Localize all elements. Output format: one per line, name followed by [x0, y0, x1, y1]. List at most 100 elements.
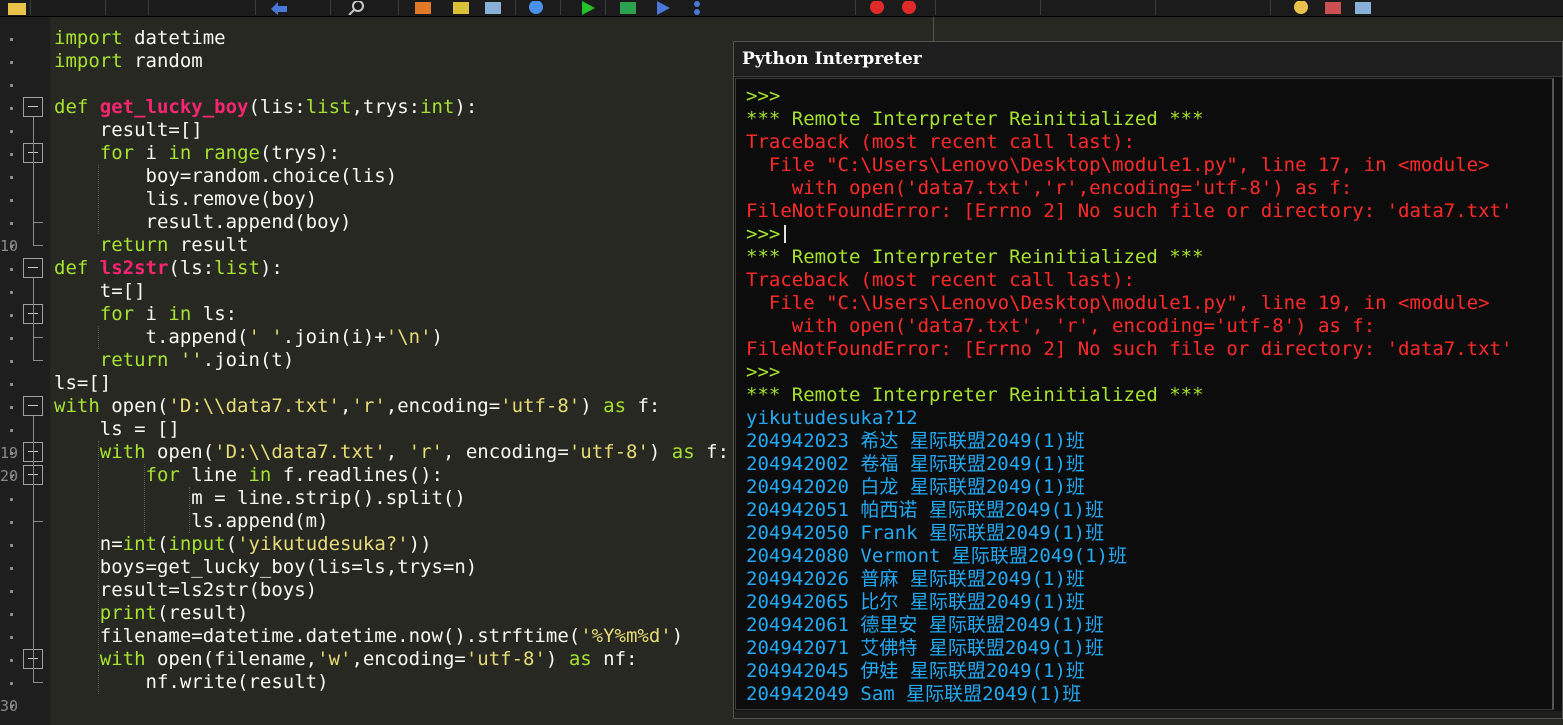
indent-guide [97, 165, 99, 234]
interpreter-line: 204942071 艾佛特 星际联盟2049(1)班 [746, 637, 1512, 660]
interpreter-line-text: FileNotFoundError: [Errno 2] No such fil… [746, 338, 1513, 360]
undo-icon[interactable] [268, 0, 290, 15]
comment-icon[interactable] [525, 0, 547, 14]
line-number: 19 [0, 444, 19, 462]
debug-icon[interactable] [617, 0, 639, 14]
editor-divider [933, 17, 934, 41]
breakpoint-icon[interactable] [866, 0, 888, 14]
interpreter-line-text: 204942065 比尔 星际联盟2049(1)班 [746, 591, 1085, 613]
code-line[interactable]: def get_lucky_boy(lis:list,trys:int): [54, 96, 729, 119]
toolbar-separator [30, 0, 31, 15]
code-line[interactable]: nf.write(result) [54, 671, 729, 694]
code-token: )) [408, 533, 432, 555]
interpreter-title: Python Interpreter [734, 42, 1562, 77]
interpreter-line: >>> [746, 223, 1512, 246]
find-icon[interactable] [348, 0, 370, 16]
layout-icon[interactable] [1322, 0, 1344, 14]
tool-icon-2[interactable] [450, 0, 472, 14]
code-token: int [420, 96, 455, 118]
interpreter-console[interactable]: >>> *** Remote Interpreter Reinitialized … [735, 78, 1554, 710]
code-text[interactable]: import datetime import random def get_luc… [54, 27, 729, 694]
tool-icon-3[interactable] [482, 0, 504, 14]
code-line[interactable]: import datetime [54, 27, 729, 50]
code-line[interactable]: with open(filename,'w',encoding='utf-8')… [54, 648, 729, 671]
code-line[interactable]: n=int(input('yikutudesuka?')) [54, 533, 729, 556]
interpreter-line-text: File "C:\Users\Lenovo\Desktop\module1.py… [746, 292, 1490, 314]
code-token: (result) [156, 602, 249, 624]
code-line[interactable]: t.append(' '.join(i)+'\n') [54, 326, 729, 349]
code-token: m = line.strip().split() [54, 487, 466, 509]
code-token: list [214, 257, 260, 279]
code-line[interactable]: for i in range(trys): [54, 142, 729, 165]
indent-guide [97, 441, 99, 671]
code-token: int [122, 533, 157, 555]
code-line[interactable]: lis.remove(boy) [54, 188, 729, 211]
line-marker [10, 406, 13, 409]
fold-line [33, 278, 34, 360]
run-icon[interactable] [577, 0, 599, 15]
fold-toggle-icon[interactable] [23, 396, 43, 416]
open-folder-icon[interactable] [6, 0, 28, 15]
toolbar-separator [515, 0, 516, 15]
interpreter-line-text: 204942026 普麻 星际联盟2049(1)班 [746, 568, 1085, 590]
code-line[interactable]: return ''.join(t) [54, 349, 729, 372]
indent-guide [189, 487, 191, 533]
save-layout-icon[interactable] [1352, 0, 1374, 14]
code-line[interactable]: with open('D:\\data7.txt', 'r', encoding… [54, 441, 729, 464]
code-token: def [54, 257, 100, 279]
step-icon[interactable] [652, 0, 674, 15]
code-line[interactable]: result=ls2str(boys) [54, 579, 729, 602]
code-token: result [168, 234, 249, 256]
code-line[interactable]: boys=get_lucky_boy(lis=ls,trys=n) [54, 556, 729, 579]
line-marker [10, 61, 13, 64]
interpreter-line: 204942080 Vermont 星际联盟2049(1)班 [746, 545, 1512, 568]
code-token: for [99, 142, 135, 164]
toolbar-separator [105, 0, 106, 15]
clear-breakpoints-icon[interactable] [898, 0, 920, 14]
interpreter-line-text: 204942050 Frank 星际联盟2049(1)班 [746, 522, 1105, 544]
code-line[interactable]: for i in ls: [54, 303, 729, 326]
interpreter-line-text: with open('data7.txt','r',encoding='utf-… [746, 177, 1353, 199]
step-over-icon[interactable] [690, 0, 712, 15]
interpreter-line: Traceback (most recent call last): [746, 269, 1512, 292]
python-icon[interactable] [1290, 0, 1312, 14]
code-line[interactable]: ls.append(m) [54, 510, 729, 533]
interpreter-line-text: yikutudesuka?12 [746, 407, 918, 429]
editor-gutter: 10 19 20 30 [0, 17, 50, 725]
interpreter-line: File "C:\Users\Lenovo\Desktop\module1.py… [746, 154, 1512, 177]
code-line[interactable]: ls = [] [54, 418, 729, 441]
code-line[interactable]: print(result) [54, 602, 729, 625]
code-line[interactable]: t=[] [54, 280, 729, 303]
code-token: , encoding= [442, 441, 569, 463]
code-line[interactable]: return result [54, 234, 729, 257]
code-line[interactable]: result.append(boy) [54, 211, 729, 234]
code-token: 'D:\\data7.txt' [168, 395, 340, 417]
code-token: with [99, 648, 146, 670]
fold-toggle-icon[interactable] [23, 258, 43, 278]
tool-icon-1[interactable] [412, 0, 434, 14]
code-token: ,encoding= [385, 395, 501, 417]
line-marker [10, 84, 13, 87]
interpreter-line-text: 204942045 伊娃 星际联盟2049(1)班 [746, 660, 1085, 682]
python-interpreter-panel: Python Interpreter >>> *** Remote Interpr… [733, 41, 1563, 719]
code-token: '' [179, 349, 203, 371]
code-line[interactable]: boy=random.choice(lis) [54, 165, 729, 188]
interpreter-output[interactable]: >>> *** Remote Interpreter Reinitialized … [746, 85, 1512, 706]
code-line[interactable]: filename=datetime.datetime.now().strftim… [54, 625, 729, 648]
code-token: in [168, 303, 192, 325]
code-line[interactable] [54, 73, 729, 96]
code-line[interactable]: m = line.strip().split() [54, 487, 729, 510]
code-token: result=ls2str(boys) [54, 579, 318, 601]
toolbar-separator [1155, 0, 1156, 15]
code-line[interactable]: import random [54, 50, 729, 73]
line-marker [10, 314, 13, 317]
code-line[interactable]: result=[] [54, 119, 729, 142]
fold-toggle-icon[interactable] [23, 97, 43, 117]
code-line[interactable]: def ls2str(ls:list): [54, 257, 729, 280]
code-line[interactable]: for line in f.readlines(): [54, 464, 729, 487]
interpreter-line: File "C:\Users\Lenovo\Desktop\module1.py… [746, 292, 1512, 315]
code-line[interactable]: with open('D:\\data7.txt','r',encoding='… [54, 395, 729, 418]
code-line[interactable]: ls=[] [54, 372, 729, 395]
